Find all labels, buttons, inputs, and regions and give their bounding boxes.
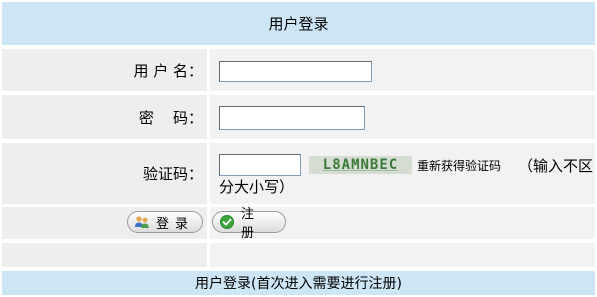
page-header: 用户登录 [2, 2, 595, 45]
password-row: 密 码： [2, 95, 595, 139]
captcha-input[interactable] [219, 154, 301, 176]
login-page: 用户登录 用 户 名： 密 码： 验证码： L8AMNBEC 重新获得验证码 （… [0, 0, 597, 297]
username-label: 用 户 名： [133, 61, 203, 80]
register-button[interactable]: 注册 [212, 207, 286, 241]
page-title: 用户登录 [268, 15, 329, 33]
footer-bar: 用户登录(首次进入需要进行注册) [2, 271, 595, 295]
check-icon [219, 214, 235, 230]
login-button[interactable]: 登录 [127, 211, 203, 233]
footer-text: 用户登录(首次进入需要进行注册) [195, 276, 402, 292]
captcha-image: L8AMNBEC [309, 156, 412, 174]
register-button-label: 注册 [241, 207, 261, 241]
captcha-row: 验证码： L8AMNBEC 重新获得验证码 （输入不区 分大小写） [2, 143, 595, 204]
username-input[interactable] [219, 61, 372, 82]
username-row: 用 户 名： [2, 49, 595, 91]
password-input[interactable] [219, 106, 365, 130]
buttons-row: 登录 注册 [2, 207, 595, 241]
refresh-captcha-link[interactable]: 重新获得验证码 [417, 157, 501, 174]
captcha-hint-line2: 分大小写） [219, 178, 295, 196]
login-button-label: 登录 [156, 216, 195, 232]
spacer-row [2, 243, 595, 267]
captcha-label: 验证码： [142, 165, 203, 183]
users-icon [134, 214, 150, 230]
captcha-hint-line1: （输入不区 [518, 157, 594, 175]
password-label: 密 码： [138, 108, 203, 127]
